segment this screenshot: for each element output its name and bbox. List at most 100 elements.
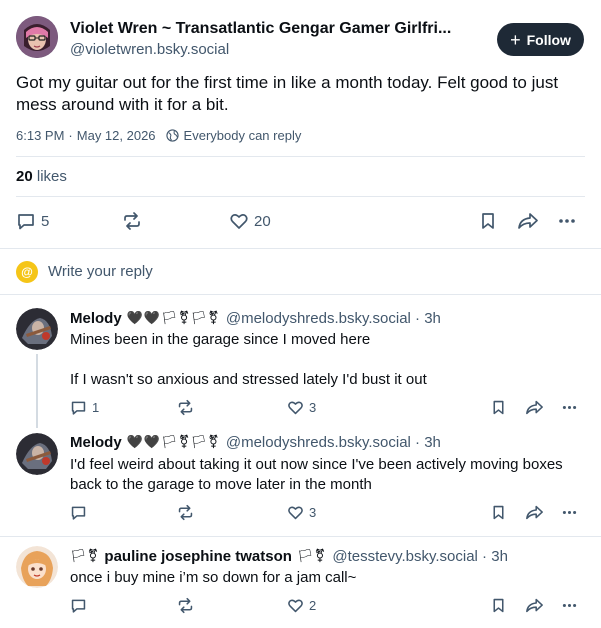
reply-setting[interactable]: Everybody can reply <box>165 128 302 143</box>
like-count: 20 <box>254 212 271 230</box>
reply-count: 1 <box>92 400 100 415</box>
repost-button[interactable] <box>177 597 194 614</box>
reply-author-emoji: 🖤🖤🏳⚧🏳⚧ <box>126 435 220 450</box>
reply-text: If I wasn't so anxious and stressed late… <box>70 371 427 388</box>
reply-author-name[interactable]: Melody <box>70 434 122 451</box>
like-button[interactable]: 20 <box>229 211 271 231</box>
reply-setting-label: Everybody can reply <box>183 128 302 143</box>
reply-header: Melody 🖤🖤🏳⚧🏳⚧ @melodyshreds.bsky.social … <box>70 434 441 451</box>
comment-icon <box>16 211 36 231</box>
post-meta: 6:13 PM · May 12, 2026 Everybody can rep… <box>16 128 301 143</box>
post-text: Got my guitar out for the first time in … <box>16 73 559 114</box>
reply-header: 🏳⚧ pauline josephine twatson 🏳⚧ @tesstev… <box>70 548 508 565</box>
reply-button[interactable]: 5 <box>16 211 49 231</box>
more-options-button[interactable] <box>557 211 577 231</box>
reply-placeholder: Write your reply <box>48 263 153 280</box>
share-button[interactable] <box>525 597 544 614</box>
reply-button[interactable] <box>70 504 87 521</box>
reply-author-emoji: 🏳⚧ <box>70 549 100 564</box>
repost-icon <box>177 504 194 521</box>
like-button[interactable]: 2 <box>287 597 316 614</box>
reply-author-emoji: 🏳⚧ <box>296 549 327 564</box>
likes-summary[interactable]: 20 likes <box>16 168 67 185</box>
bookmark-icon <box>490 504 507 521</box>
bookmark-button[interactable] <box>490 399 507 416</box>
repost-button[interactable] <box>122 211 142 231</box>
more-options-button[interactable] <box>561 399 578 416</box>
heart-icon <box>287 597 304 614</box>
heart-icon <box>229 211 249 231</box>
repost-icon <box>177 597 194 614</box>
post-date[interactable]: May 12, 2026 <box>77 128 156 143</box>
divider <box>16 196 585 197</box>
comment-icon <box>70 597 87 614</box>
reply-composer[interactable]: @ Write your reply <box>0 248 601 295</box>
share-button[interactable] <box>525 504 544 521</box>
reply-actions: 3 <box>0 502 601 524</box>
share-icon <box>525 399 544 416</box>
comment-icon <box>70 504 87 521</box>
like-button[interactable]: 3 <box>287 399 316 416</box>
like-count: 2 <box>309 598 317 613</box>
more-dots-icon <box>561 504 578 521</box>
composer-avatar: @ <box>16 261 38 283</box>
like-count: 3 <box>309 400 317 415</box>
reply-text: I'd feel weird about taking it out now s… <box>70 456 563 493</box>
reply-actions: 1 3 <box>0 397 601 419</box>
more-dots-icon <box>561 399 578 416</box>
more-dots-icon <box>561 597 578 614</box>
bookmark-button[interactable] <box>490 597 507 614</box>
share-button[interactable] <box>517 211 539 231</box>
divider <box>16 156 585 157</box>
bookmark-button[interactable] <box>490 504 507 521</box>
likes-label: likes <box>36 168 67 185</box>
heart-icon <box>287 399 304 416</box>
repost-button[interactable] <box>177 399 194 416</box>
share-icon <box>525 504 544 521</box>
meta-separator: · <box>68 128 73 143</box>
like-count: 3 <box>309 505 317 520</box>
bookmark-icon <box>478 211 498 231</box>
more-options-button[interactable] <box>561 504 578 521</box>
reply-author-name[interactable]: pauline josephine twatson <box>104 548 292 565</box>
reply-avatar[interactable] <box>16 433 58 475</box>
more-options-button[interactable] <box>561 597 578 614</box>
post-actions: 5 20 <box>0 206 601 236</box>
reply-author-emoji: 🖤🖤🏳⚧🏳⚧ <box>126 311 220 326</box>
repost-icon <box>122 211 142 231</box>
heart-icon <box>287 504 304 521</box>
author-handle[interactable]: @violetwren.bsky.social <box>70 41 229 58</box>
reply-button[interactable] <box>70 597 87 614</box>
author-avatar[interactable] <box>16 16 58 58</box>
follow-button[interactable]: + Follow <box>497 23 584 56</box>
comment-icon <box>70 399 87 416</box>
reply-button[interactable]: 1 <box>70 399 99 416</box>
reply-author-handle[interactable]: @melodyshreds.bsky.social · 3h <box>226 434 441 451</box>
bookmark-icon <box>490 597 507 614</box>
reply-author-handle[interactable]: @tesstevy.bsky.social · 3h <box>332 548 508 565</box>
like-button[interactable]: 3 <box>287 504 316 521</box>
reply-count: 5 <box>41 212 50 230</box>
author-name[interactable]: Violet Wren ~ Transatlantic Gengar Gamer… <box>70 20 451 38</box>
repost-icon <box>177 399 194 416</box>
share-button[interactable] <box>525 399 544 416</box>
reply-avatar[interactable] <box>16 308 58 350</box>
plus-icon: + <box>510 29 521 50</box>
reply-header: Melody 🖤🖤🏳⚧🏳⚧ @melodyshreds.bsky.social … <box>70 310 441 327</box>
repost-button[interactable] <box>177 504 194 521</box>
bookmark-button[interactable] <box>478 211 498 231</box>
likes-count: 20 <box>16 168 33 185</box>
reply-avatar[interactable] <box>16 546 58 588</box>
reply-author-name[interactable]: Melody <box>70 310 122 327</box>
reply-text: Mines been in the garage since I moved h… <box>70 331 371 348</box>
divider <box>0 536 601 537</box>
globe-icon <box>165 129 179 142</box>
more-dots-icon <box>557 211 577 231</box>
bookmark-icon <box>490 399 507 416</box>
follow-button-label: Follow <box>526 31 571 48</box>
share-icon <box>525 597 544 614</box>
reply-text: once i buy mine i’m so down for a jam ca… <box>70 569 357 586</box>
share-icon <box>517 211 539 231</box>
reply-author-handle[interactable]: @melodyshreds.bsky.social · 3h <box>226 310 441 327</box>
post-time[interactable]: 6:13 PM <box>16 128 64 143</box>
